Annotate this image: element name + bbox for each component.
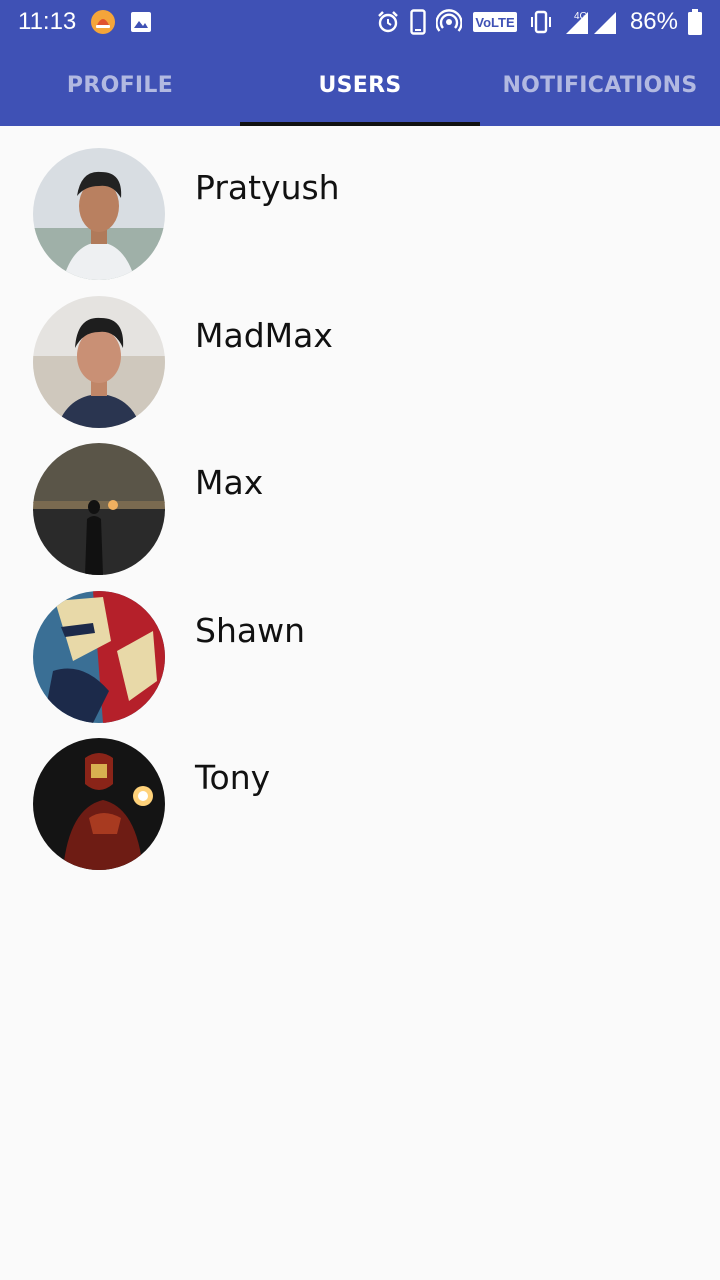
tab-profile[interactable]: PROFILE (0, 44, 240, 126)
vibrate-icon (528, 9, 554, 35)
tab-bar: PROFILE USERS NOTIFICATIONS (0, 44, 720, 126)
user-name: Pratyush (195, 168, 340, 207)
alarm-icon (376, 10, 400, 34)
avatar[interactable] (33, 443, 165, 575)
user-name: Tony (195, 758, 271, 797)
user-item-max[interactable]: Max (0, 443, 720, 591)
user-name: Shawn (195, 610, 305, 650)
user-item-tony[interactable]: Tony (0, 738, 720, 886)
signal-icon: 4G (564, 8, 620, 36)
battery-icon (688, 9, 702, 35)
user-name: Max (195, 463, 264, 502)
avatar[interactable] (33, 295, 165, 428)
avatar[interactable] (33, 738, 165, 870)
clock: 11:13 (18, 8, 77, 35)
phone-icon (410, 9, 426, 35)
battery-percent: 86% (629, 8, 678, 35)
hotspot-icon (435, 9, 462, 35)
user-name: MadMax (195, 315, 333, 355)
gallery-icon (130, 11, 152, 33)
user-item-shawn[interactable]: Shawn (0, 590, 720, 739)
avatar[interactable] (33, 590, 165, 723)
tab-notifications[interactable]: NOTIFICATIONS (480, 44, 720, 126)
tab-users[interactable]: USERS (240, 44, 480, 126)
users-list: Pratyush MadMax Max Shawn Tony (0, 126, 720, 886)
user-item-madmax[interactable]: MadMax (0, 295, 720, 444)
user-item-pratyush[interactable]: Pratyush (0, 148, 720, 296)
status-bar: 11:13 VoLTE 4G 86% (0, 0, 720, 44)
notification-bell-icon (90, 9, 116, 35)
avatar[interactable] (33, 148, 165, 280)
svg-text:VoLTE: VoLTE (475, 15, 515, 30)
volte-icon: VoLTE (472, 11, 518, 33)
